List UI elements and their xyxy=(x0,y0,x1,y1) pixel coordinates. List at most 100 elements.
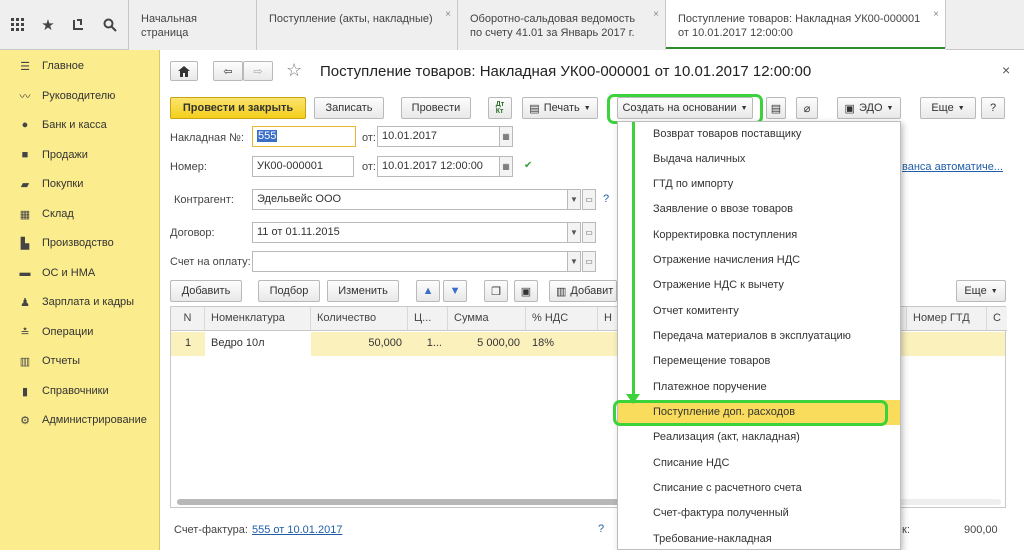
calendar-icon[interactable]: ▦ xyxy=(499,156,513,177)
nomenclature-cell[interactable]: Ведро 10л xyxy=(205,332,311,356)
menu-item[interactable]: Передача материалов в эксплуатацию xyxy=(618,324,900,349)
sum-cell[interactable]: 5 000,00 xyxy=(448,333,526,355)
sidebar-item-manager[interactable]: 〰 Руководителю xyxy=(0,85,160,107)
column-header[interactable]: N xyxy=(171,307,205,331)
sidebar-item-main[interactable]: ☰ Главное xyxy=(0,55,160,77)
sidebar-item-payroll[interactable]: ♟ Зарплата и кадры xyxy=(0,291,160,313)
chevron-down-icon[interactable]: ▼ xyxy=(567,251,581,272)
edit-check-icon[interactable]: ✔ xyxy=(524,160,532,171)
contract-field[interactable]: 11 от 01.11.2015 xyxy=(252,222,568,243)
sidebar-item-administration[interactable]: ⚙ Администрирование xyxy=(0,409,160,431)
menu-item[interactable]: Реализация (акт, накладная) xyxy=(618,425,900,450)
save-button[interactable]: Записать xyxy=(314,97,384,119)
sidebar-item-fixed-assets[interactable]: ▬ ОС и НМА xyxy=(0,262,160,284)
sidebar-item-operations[interactable]: ≛ Операции xyxy=(0,321,160,343)
column-header[interactable]: Номенклатура xyxy=(205,307,311,331)
paste-button[interactable]: ▣ xyxy=(514,280,538,302)
menu-item[interactable]: Корректировка поступления xyxy=(618,223,900,248)
operations-icon: ≛ xyxy=(20,326,30,339)
chevron-down-icon[interactable]: ▼ xyxy=(567,189,581,210)
history-icon[interactable] xyxy=(66,0,90,50)
advance-offset-link[interactable]: ванса автоматиче... xyxy=(902,161,1003,173)
column-header[interactable]: С xyxy=(987,307,1007,331)
invoice-date-field[interactable]: 10.01.2017 xyxy=(377,126,500,147)
sidebar-item-sales[interactable]: ■ Продажи xyxy=(0,144,160,166)
table-more-button[interactable]: Еще ▼ xyxy=(956,280,1006,302)
tab-close-icon[interactable]: × xyxy=(653,8,659,22)
invoice-footer-link[interactable]: 555 от 10.01.2017 xyxy=(252,524,342,536)
post-and-close-button[interactable]: Провести и закрыть xyxy=(170,97,306,119)
help-icon[interactable]: ? xyxy=(598,523,604,535)
back-button[interactable]: ⇦ xyxy=(213,61,243,81)
dt-kt-button[interactable]: Дт Кт xyxy=(488,97,512,119)
favorite-star-icon[interactable]: ☆ xyxy=(286,60,302,81)
number-date-field[interactable]: 10.01.2017 12:00:00 xyxy=(377,156,500,177)
quantity-cell[interactable]: 50,000 xyxy=(311,333,408,355)
edo-button[interactable]: ▣ ЭДО ▼ xyxy=(837,97,901,119)
menu-item[interactable]: Заявление о ввозе товаров xyxy=(618,197,900,222)
print-button[interactable]: ▤ Печать ▼ xyxy=(522,97,598,119)
menu-item[interactable]: Возврат товаров поставщику xyxy=(618,122,900,147)
calendar-icon[interactable]: ▦ xyxy=(499,126,513,147)
menu-item[interactable]: Отражение НДС к вычету xyxy=(618,273,900,298)
add-barcode-button[interactable]: ▥ Добавит xyxy=(549,280,617,302)
copy-button[interactable]: ❐ xyxy=(484,280,508,302)
menu-item[interactable]: Выдача наличных xyxy=(618,147,900,172)
more-button[interactable]: Еще ▼ xyxy=(920,97,976,119)
column-header[interactable]: Сумма xyxy=(448,307,526,331)
attachments-button[interactable]: ⌀ xyxy=(796,97,818,119)
home-button[interactable] xyxy=(170,61,198,81)
column-header[interactable]: Ц... xyxy=(408,307,448,331)
sidebar-item-warehouse[interactable]: ▦ Склад xyxy=(0,203,160,225)
invoice-number-field[interactable]: 555 xyxy=(252,126,356,147)
total-value: 900,00 xyxy=(964,524,998,536)
chevron-down-icon[interactable]: ▼ xyxy=(567,222,581,243)
close-form-icon[interactable]: × xyxy=(1002,62,1010,78)
structure-button[interactable]: ▤ xyxy=(766,97,786,119)
menu-item[interactable]: Платежное поручение xyxy=(618,375,900,400)
sidebar-item-reports[interactable]: ▥ Отчеты xyxy=(0,350,160,372)
sidebar-item-production[interactable]: ▙ Производство xyxy=(0,232,160,254)
menu-item[interactable]: Счет-фактура полученный xyxy=(618,501,900,526)
search-icon[interactable] xyxy=(98,0,122,50)
number-field[interactable]: УК00-000001 xyxy=(252,156,354,177)
column-header[interactable]: % НДС xyxy=(526,307,598,331)
menu-item[interactable]: Отражение начисления НДС xyxy=(618,248,900,273)
open-icon[interactable]: ▭ xyxy=(582,222,596,243)
sidebar-item-directories[interactable]: ▮ Справочники xyxy=(0,380,160,402)
vat-cell[interactable]: 18% xyxy=(526,333,598,355)
move-down-button[interactable]: ▼ xyxy=(443,280,467,302)
payment-invoice-field[interactable] xyxy=(252,251,568,272)
tab-home[interactable]: Начальная страница xyxy=(128,0,257,50)
document-icon: ▤ xyxy=(770,102,782,115)
tab-receipts-list[interactable]: Поступление (акты, накладные) × xyxy=(257,0,458,50)
menu-item[interactable]: Списание НДС xyxy=(618,451,900,476)
pick-button[interactable]: Подбор xyxy=(258,280,320,302)
column-header[interactable]: Количество xyxy=(311,307,408,331)
menu-item[interactable]: ГТД по импорту xyxy=(618,172,900,197)
open-icon[interactable]: ▭ xyxy=(582,189,596,210)
help-icon[interactable]: ? xyxy=(603,193,609,205)
tab-close-icon[interactable]: × xyxy=(445,8,451,22)
counterparty-field[interactable]: Эдельвейс ООО xyxy=(252,189,568,210)
tab-turnover-report[interactable]: Оборотно-сальдовая ведомость по счету 41… xyxy=(458,0,666,50)
sidebar-item-bank[interactable]: ● Банк и касса xyxy=(0,114,160,136)
menu-item[interactable]: Отчет комитенту xyxy=(618,299,900,324)
tab-close-icon[interactable]: × xyxy=(933,8,939,22)
open-icon[interactable]: ▭ xyxy=(582,251,596,272)
favorites-star-icon[interactable]: ★ xyxy=(36,0,60,50)
price-cell[interactable]: 1... xyxy=(408,333,448,355)
forward-button[interactable]: ⇨ xyxy=(243,61,273,81)
tab-goods-receipt[interactable]: Поступление товаров: Накладная УК00-0000… xyxy=(666,0,946,50)
change-button[interactable]: Изменить xyxy=(327,280,399,302)
menu-item[interactable]: Перемещение товаров xyxy=(618,349,900,374)
apps-grid-icon[interactable] xyxy=(6,0,30,50)
menu-item[interactable]: Списание с расчетного счета xyxy=(618,476,900,501)
help-button[interactable]: ? xyxy=(981,97,1005,119)
sidebar-item-purchases[interactable]: ▰ Покупки xyxy=(0,173,160,195)
move-up-button[interactable]: ▲ xyxy=(416,280,440,302)
add-row-button[interactable]: Добавить xyxy=(170,280,242,302)
post-button[interactable]: Провести xyxy=(401,97,471,119)
menu-item[interactable]: Требование-накладная xyxy=(618,527,900,550)
column-header[interactable]: Номер ГТД xyxy=(907,307,987,331)
